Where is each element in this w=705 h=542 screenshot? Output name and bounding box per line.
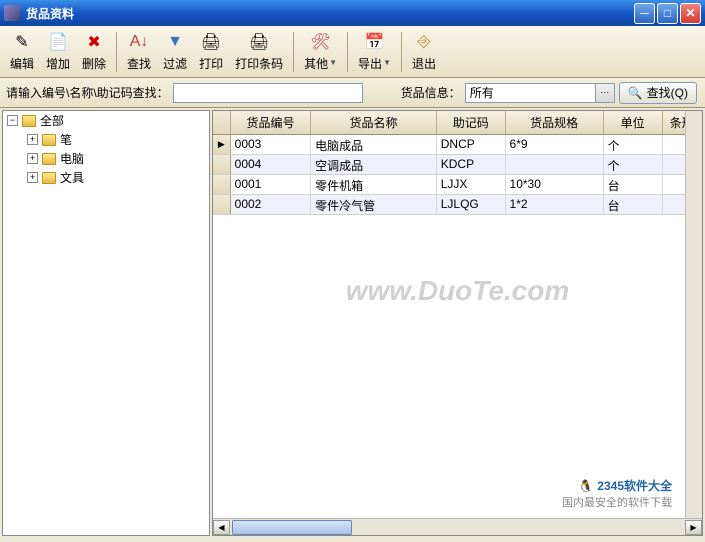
scroll-thumb[interactable]: [232, 520, 352, 535]
folder-icon: [42, 153, 56, 165]
tree-label: 全部: [40, 112, 64, 129]
folder-icon: [42, 134, 56, 146]
folder-icon: [22, 115, 36, 127]
tree-item[interactable]: + 笔: [23, 130, 209, 149]
separator: [347, 32, 348, 72]
delete-button[interactable]: ✖ 删除: [76, 29, 112, 74]
table-row[interactable]: 0004 空调成品 KDCP 个: [213, 155, 702, 175]
row-indicator: [213, 175, 231, 194]
tree-label: 笔: [60, 131, 72, 148]
printer-icon: 🖨: [200, 31, 222, 53]
print-button[interactable]: 🖨 打印: [193, 29, 229, 74]
info-combo[interactable]: ⋯: [465, 83, 615, 103]
search-input[interactable]: [173, 83, 363, 103]
minimize-button[interactable]: ─: [634, 3, 655, 24]
scroll-right-button[interactable]: ▶: [685, 520, 702, 535]
vertical-scrollbar[interactable]: [685, 111, 702, 518]
edit-button[interactable]: ✎ 编辑: [4, 29, 40, 74]
table-row[interactable]: 0001 零件机箱 LJJX 10*30 台: [213, 175, 702, 195]
table-row[interactable]: 0002 零件冷气管 LJLQG 1*2 台: [213, 195, 702, 215]
title-bar: 货品资料 ─ □ ✕: [0, 0, 705, 26]
row-indicator: [213, 155, 231, 174]
add-icon: 📄: [47, 31, 69, 53]
export-icon: 📅: [364, 31, 386, 53]
chevron-down-icon: ▼: [329, 58, 337, 67]
tree-label: 电脑: [60, 150, 84, 167]
sort-icon: A↓: [128, 31, 150, 53]
grid-body: ▶ 0003 电脑成品 DNCP 6*9 个 0004 空调成品 KDCP 个 …: [213, 135, 702, 518]
col-header[interactable]: 单位: [604, 111, 663, 134]
expand-icon[interactable]: +: [27, 172, 38, 183]
grid-panel: 货品编号 货品名称 助记码 货品规格 单位 条形 ▶ 0003 电脑成品 DNC…: [212, 110, 703, 536]
row-indicator-icon: ▶: [213, 135, 231, 154]
filter-button[interactable]: ▼ 过滤: [157, 29, 193, 74]
export-button[interactable]: 📅 导出▼: [352, 29, 397, 74]
add-button[interactable]: 📄 增加: [40, 29, 76, 74]
chevron-down-icon: ▼: [383, 58, 391, 67]
table-row[interactable]: ▶ 0003 电脑成品 DNCP 6*9 个: [213, 135, 702, 155]
separator: [401, 32, 402, 72]
tree-item[interactable]: + 文具: [23, 168, 209, 187]
collapse-icon[interactable]: −: [7, 115, 18, 126]
search-icon: 🔍: [628, 86, 643, 100]
maximize-button[interactable]: □: [657, 3, 678, 24]
search-button[interactable]: 🔍 查找(Q): [619, 82, 697, 104]
expand-icon[interactable]: +: [27, 153, 38, 164]
app-icon: [4, 5, 20, 21]
tools-icon: 🛠: [310, 31, 332, 53]
tree-panel: − 全部 + 笔 + 电脑 + 文具: [2, 110, 210, 536]
exit-button[interactable]: ⎆ 退出: [406, 29, 442, 74]
find-button[interactable]: A↓ 查找: [121, 29, 157, 74]
brand-slogan: 国内最安全的软件下载: [562, 494, 672, 510]
brand-logo: 🐧 2345软件大全: [578, 477, 672, 494]
col-header[interactable]: 货品名称: [311, 111, 437, 134]
exit-icon: ⎆: [413, 31, 435, 53]
search-bar: 请输入编号\名称\助记码查找： 货品信息： ⋯ 🔍 查找(Q): [0, 78, 705, 108]
tree-root[interactable]: − 全部: [3, 111, 209, 130]
tree-label: 文具: [60, 169, 84, 186]
separator: [116, 32, 117, 72]
row-indicator: [213, 195, 231, 214]
barcode-icon: 🖨: [248, 31, 270, 53]
folder-icon: [42, 172, 56, 184]
funnel-icon: ▼: [164, 31, 186, 53]
col-header[interactable]: 货品编号: [231, 111, 311, 134]
scroll-left-button[interactable]: ◀: [213, 520, 230, 535]
print-barcode-button[interactable]: 🖨 打印条码: [229, 29, 289, 74]
other-button[interactable]: 🛠 其他▼: [298, 29, 343, 74]
delete-icon: ✖: [83, 31, 105, 53]
col-header[interactable]: 货品规格: [506, 111, 604, 134]
row-selector-header: [213, 111, 231, 134]
separator: [293, 32, 294, 72]
search-label: 请输入编号\名称\助记码查找：: [6, 84, 169, 101]
tree-item[interactable]: + 电脑: [23, 149, 209, 168]
toolbar: ✎ 编辑 📄 增加 ✖ 删除 A↓ 查找 ▼ 过滤 🖨 打印 🖨 打印条码 🛠 …: [0, 26, 705, 78]
window-title: 货品资料: [26, 5, 634, 22]
mascot-icon: 🐧: [578, 479, 593, 493]
col-header[interactable]: 助记码: [437, 111, 506, 134]
horizontal-scrollbar[interactable]: ◀ ▶: [213, 518, 702, 535]
combo-dropdown-button[interactable]: ⋯: [595, 83, 615, 103]
close-button[interactable]: ✕: [680, 3, 701, 24]
info-label: 货品信息：: [401, 84, 461, 101]
pencil-icon: ✎: [11, 31, 33, 53]
expand-icon[interactable]: +: [27, 134, 38, 145]
grid-header: 货品编号 货品名称 助记码 货品规格 单位 条形: [213, 111, 702, 135]
combo-input[interactable]: [465, 83, 595, 103]
watermark: www.DuoTe.com: [346, 275, 570, 307]
